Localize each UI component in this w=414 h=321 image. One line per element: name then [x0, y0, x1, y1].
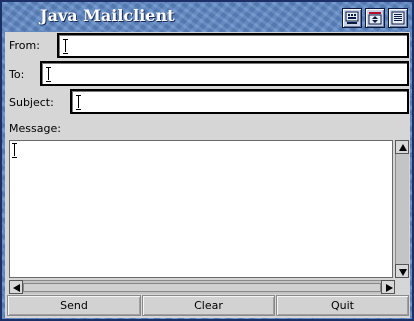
send-button[interactable]: Send: [7, 295, 141, 316]
message-label: Message:: [9, 122, 61, 135]
message-textarea[interactable]: [9, 140, 393, 278]
form-panel: From: To: Subject: Message: Send Clear Q…: [5, 32, 410, 318]
arrow-up-icon: [399, 144, 407, 151]
zoom-icon: [391, 11, 405, 25]
arrow-left-icon: [13, 284, 20, 292]
zoom-button[interactable]: [388, 8, 408, 28]
scroll-right-button[interactable]: [381, 280, 395, 294]
scroll-left-button[interactable]: [9, 280, 23, 294]
from-field[interactable]: [57, 33, 409, 58]
text-caret: [63, 39, 68, 54]
arrow-down-icon: [399, 269, 407, 276]
arrow-right-icon: [386, 284, 393, 292]
text-caret: [12, 143, 17, 158]
quit-button[interactable]: Quit: [276, 295, 409, 316]
from-label: From:: [9, 39, 40, 52]
clear-button[interactable]: Clear: [142, 295, 275, 316]
subject-label: Subject:: [9, 96, 54, 109]
scroll-down-button[interactable]: [395, 264, 409, 278]
iconify-icon: [345, 11, 359, 24]
mail-client-window: Java Mailclient From: To: Subject: Messa…: [0, 0, 414, 321]
iconify-button[interactable]: [342, 8, 362, 28]
text-caret: [46, 67, 51, 82]
depth-icon: [368, 12, 382, 25]
text-caret: [76, 95, 81, 110]
to-label: To:: [9, 68, 25, 81]
vertical-scrollbar[interactable]: [395, 140, 409, 278]
window-title: Java Mailclient: [40, 6, 175, 25]
horizontal-scrollbar[interactable]: [9, 280, 395, 294]
scroll-up-button[interactable]: [395, 140, 409, 154]
subject-field[interactable]: [70, 89, 409, 114]
to-field[interactable]: [40, 61, 409, 86]
depth-button[interactable]: [365, 8, 385, 28]
title-bar[interactable]: Java Mailclient: [2, 2, 412, 32]
horizontal-scroll-thumb[interactable]: [23, 283, 381, 292]
